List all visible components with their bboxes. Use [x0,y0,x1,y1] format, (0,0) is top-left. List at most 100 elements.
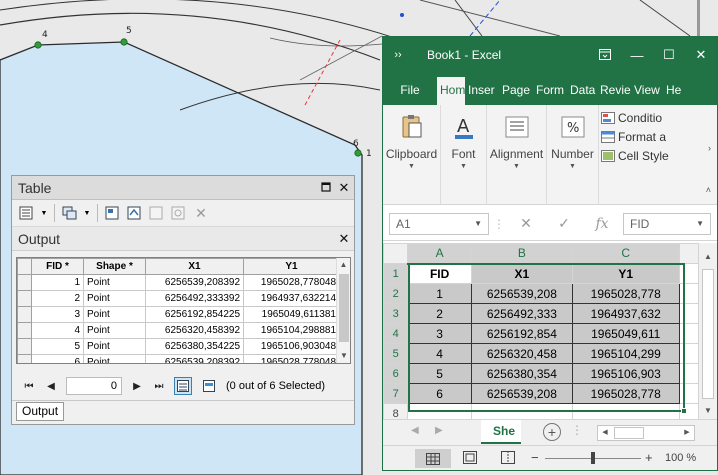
row-header[interactable]: 7 [383,383,409,404]
empty-cell[interactable] [678,263,699,284]
y1-cell[interactable]: 1965104,298881 [243,322,340,339]
y1-cell[interactable]: 1965028,778048 [243,274,340,291]
close-icon[interactable]: ✕ [685,47,717,63]
next-record-icon[interactable]: ▶ [130,381,144,392]
empty-cell[interactable] [678,283,699,304]
tab-view[interactable]: View [631,77,663,105]
scroll-left-icon[interactable]: ◀ [598,426,612,440]
chevron-down-icon[interactable]: ▼ [699,403,717,419]
row-header[interactable]: 3 [383,303,409,324]
fid-cell[interactable]: 6 [31,354,84,363]
row-header[interactable]: 1 [383,263,409,284]
ribbon-group-clipboard[interactable]: Clipboard ▼ [383,105,441,204]
cancel-icon[interactable]: ✕ [509,215,543,232]
empty-cell[interactable] [678,363,699,384]
scrollbar-thumb[interactable] [614,427,644,439]
ribbon-group-number[interactable]: % Number ▼ [547,105,599,204]
y1-cell[interactable]: 1965028,778048 [243,354,340,363]
tab-help[interactable]: He [663,77,685,105]
sheet-vertical-scrollbar[interactable]: ▲ ▼ [699,243,717,419]
table-row[interactable]: 5 Point 6256380,354225 1965106,903048 [17,338,340,355]
column-header[interactable]: A [407,243,472,265]
empty-cell[interactable] [470,403,573,419]
cell[interactable]: 1964937,632 [571,303,680,324]
table-row[interactable]: 6 Point 6256539,208392 1965028,778048 [17,354,340,363]
table-row[interactable]: 2 Point 6256492,333392 1964937,632214 [17,290,340,307]
format-as-table-button[interactable]: Format a [601,130,669,144]
normal-view-icon[interactable] [415,449,451,468]
x1-cell[interactable]: 6256380,354225 [145,338,244,355]
row-header[interactable]: 2 [383,283,409,304]
header-cell-x1[interactable]: X1 [470,263,573,284]
empty-cell[interactable] [678,323,699,344]
clear-selection-icon[interactable] [148,204,166,222]
cell[interactable]: 1 [407,283,472,304]
chevron-down-icon[interactable]: ▼ [337,349,350,363]
tab-data[interactable]: Data [567,77,597,105]
conditional-formatting-button[interactable]: Conditio [601,111,669,125]
cell-styles-button[interactable]: Cell Style [601,149,669,163]
row-selector[interactable] [17,354,32,363]
tab-home[interactable]: Hom [437,77,465,105]
shape-cell[interactable]: Point [83,290,146,307]
ribbon-scroll-right-icon[interactable]: › [708,143,711,153]
x1-cell[interactable]: 6256320,458392 [145,322,244,339]
fid-cell[interactable]: 3 [31,306,84,323]
x1-cell[interactable]: 6256192,854225 [145,306,244,323]
restore-icon[interactable] [318,180,334,196]
row-header[interactable]: 6 [383,363,409,384]
table-row[interactable]: 1 Point 6256539,208392 1965028,778048 [17,274,340,291]
column-header-y1[interactable]: Y1 [243,258,340,275]
empty-cell[interactable] [407,403,472,419]
ribbon-display-icon[interactable] [589,48,621,63]
zoom-to-selected-icon[interactable] [170,204,188,222]
zoom-out-icon[interactable]: − [531,450,539,465]
tab-formulas[interactable]: Form [533,77,567,105]
cell[interactable]: 6256539,208 [470,283,573,304]
chevron-down-icon[interactable]: ▼ [696,214,704,234]
cell[interactable]: 6256492,333 [470,303,573,324]
tab-split-handle-icon[interactable]: ⋮ [571,423,583,437]
zoom-level[interactable]: 100 % [665,452,696,464]
delete-selected-icon[interactable]: ✕ [192,204,210,222]
chevron-down-icon[interactable]: ▼ [474,214,482,234]
shape-cell[interactable]: Point [83,322,146,339]
close-icon[interactable]: ✕ [336,231,352,247]
fid-cell[interactable]: 1 [31,274,84,291]
x1-cell[interactable]: 6256539,208392 [145,274,244,291]
column-header[interactable]: C [571,243,680,265]
scrollbar-thumb[interactable] [702,269,714,399]
new-sheet-icon[interactable]: + [543,423,561,441]
cell[interactable]: 1965028,778 [571,283,680,304]
shape-cell[interactable]: Point [83,306,146,323]
previous-record-icon[interactable]: ◀ [44,381,58,392]
sheet-tab[interactable]: She [481,420,521,444]
name-box[interactable]: A1 ▼ [389,212,489,235]
x1-cell[interactable]: 6256539,208392 [145,354,244,363]
tab-output[interactable]: Output [16,402,65,421]
cell[interactable]: 6256320,458 [470,343,573,364]
maximize-icon[interactable]: ☐ [653,47,685,63]
column-header-x1[interactable]: X1 [145,258,244,275]
cell[interactable]: 5 [407,363,472,384]
horizontal-scrollbar[interactable]: ◀ ▶ [597,425,695,441]
row-header[interactable]: 5 [383,343,409,364]
empty-cell[interactable] [678,383,699,404]
row-selector[interactable] [17,338,32,355]
cell[interactable]: 1965028,778 [571,383,680,404]
switch-selection-icon[interactable] [126,204,144,222]
zoom-in-icon[interactable]: + [645,450,653,465]
table-options-icon[interactable] [18,204,36,222]
empty-cell[interactable] [678,343,699,364]
enter-icon[interactable]: ✓ [547,215,581,232]
page-break-preview-icon[interactable] [501,451,515,467]
column-header-shape[interactable]: Shape * [83,258,146,275]
empty-cell[interactable] [678,303,699,324]
cell[interactable]: 1965104,299 [571,343,680,364]
header-cell-y1[interactable]: Y1 [571,263,680,284]
row-selector[interactable] [17,290,32,307]
y1-cell[interactable]: 1964937,632214 [243,290,340,307]
minimize-icon[interactable]: — [621,48,653,63]
table-vertical-scrollbar[interactable]: ▲ ▼ [336,258,350,363]
related-tables-icon[interactable] [61,204,79,222]
